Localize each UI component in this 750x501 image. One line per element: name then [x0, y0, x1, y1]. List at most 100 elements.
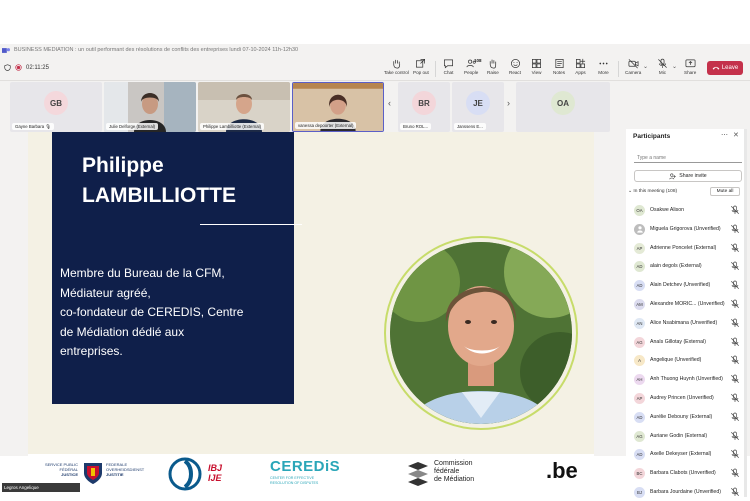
participant-row[interactable]: OA Osakwe Alison [632, 201, 742, 219]
speaker-photo [390, 242, 572, 424]
participant-row[interactable]: Miguela Grigorova (Unverified) [632, 220, 742, 238]
gallery-tile-active-speaker[interactable]: vanessa depoorter (External) [292, 82, 384, 132]
chevron-down-icon: ⌄ [628, 189, 633, 194]
share-invite-button[interactable]: Share invite [634, 170, 742, 182]
participant-name: Aurélie Debouny (External) [650, 413, 713, 420]
raise-hand-button[interactable]: Raise [487, 58, 499, 75]
partner-logos: SERVICE PUBLIC FÉDÉRAL JUSTICE FEDERALE O… [28, 454, 594, 494]
participant-name: Alice Nsabimana (Unverified) [650, 319, 718, 326]
camera-off-icon [628, 59, 639, 69]
avatar [634, 223, 645, 235]
mic-button[interactable]: Mic [657, 58, 668, 75]
gallery-tile[interactable]: JE Janssens E... [452, 82, 504, 132]
close-icon[interactable]: ✕ [733, 131, 739, 139]
people-count-badge: 108 [474, 58, 482, 63]
more-button[interactable]: More [598, 58, 609, 75]
panel-more-icon[interactable]: ⋯ [721, 131, 728, 139]
stage: BUSINESS MEDIATION : un outil performant… [0, 0, 750, 500]
participant-name: Angelique (Unverified) [650, 357, 702, 364]
participant-row[interactable]: AP Audrey Princen (Unverified) [632, 389, 742, 407]
mute-all-button[interactable]: Mute all [710, 187, 740, 196]
participant-name: Axelle Dekeyser (External) [650, 451, 712, 458]
gallery-tile[interactable]: Philippe Lambilliotte (External) [198, 82, 290, 132]
participant-name: Barbara Jourdaine (Unverified) [650, 489, 721, 495]
notes-icon [554, 59, 564, 68]
share-button[interactable]: Share [684, 58, 696, 75]
participant-row[interactable]: AG Anaïs Gillotay (External) [632, 333, 742, 351]
avatar: OA [551, 91, 575, 115]
tile-name: vanessa depoorter (External) [295, 122, 357, 129]
gallery-next-icon[interactable]: › [507, 98, 510, 108]
participant-row[interactable]: AG Auriane Godin (External) [632, 427, 742, 445]
gallery-tile[interactable]: Julie Delforge (External) [104, 82, 196, 132]
mic-off-icon [731, 431, 739, 440]
people-button[interactable]: People 108 [464, 58, 482, 75]
person-icon [636, 226, 643, 233]
react-icon [510, 59, 520, 68]
gallery-tile[interactable]: BR Bruno ROL... [398, 82, 450, 132]
teams-icon [2, 48, 10, 53]
speaker-card: Philippe LAMBILLIOTTE Membre du Bureau d… [52, 132, 302, 404]
view-button[interactable]: View [531, 58, 542, 75]
participant-row[interactable]: AP Adrienne Poncelet (External) [632, 239, 742, 257]
avatar: AN [634, 317, 645, 329]
gallery-tile[interactable]: GB Gayne Barbara 🎙 [10, 82, 102, 132]
participant-search-input[interactable]: Type a name [634, 152, 742, 163]
pop-out-button[interactable]: Pop out [413, 58, 429, 75]
participant-name: Auriane Godin (External) [650, 432, 708, 439]
participant-name: Alexandre MORIC... (Unverified) [650, 301, 725, 307]
mic-options-chevron-icon[interactable]: ⌄ [672, 63, 677, 70]
hand-icon [393, 59, 400, 69]
participant-row[interactable]: AD Aurélie Debouny (External) [632, 408, 742, 426]
self-view[interactable]: Legros Angelique [2, 483, 80, 492]
notes-button[interactable]: Notes [553, 58, 565, 75]
tile-name: Philippe Lambilliotte (External) [200, 123, 265, 130]
speaker-description: Membre du Bureau de la CFM, Médiateur ag… [60, 266, 244, 358]
participant-row[interactable]: AD alain degols (External) [632, 257, 742, 275]
apps-icon [576, 58, 586, 68]
mic-off-icon [731, 487, 739, 496]
gallery-tile[interactable]: OA [516, 82, 610, 132]
mic-off-icon [731, 450, 739, 459]
camera-button[interactable]: Camera [625, 58, 641, 75]
phone-hangup-icon [712, 66, 720, 70]
avatar: A [634, 355, 645, 367]
belgian-crest-icon [84, 463, 102, 484]
camera-options-chevron-icon[interactable]: ⌄ [643, 63, 648, 70]
mic-off-icon [658, 58, 667, 68]
leave-button[interactable]: Leave [707, 61, 743, 75]
participant-row[interactable]: AM Alexandre MORIC... (Unverified) [632, 295, 742, 313]
participant-row[interactable]: AD Alain Detchev (Unverified) [632, 276, 742, 294]
participant-row[interactable]: BC Barbara Clabots (Unverified) [632, 464, 742, 482]
be-logo: .be [546, 458, 578, 483]
tile-name: Bruno ROL... [400, 123, 432, 130]
take-control-button[interactable]: Take control [384, 58, 409, 75]
avatar: AD [634, 261, 645, 273]
participant-row[interactable]: AN Alice Nsabimana (Unverified) [632, 314, 742, 332]
mic-off-icon [731, 393, 739, 402]
mic-off-icon [731, 243, 739, 252]
gallery-prev-icon[interactable]: ‹ [388, 98, 391, 108]
person-add-icon [669, 173, 677, 179]
participant-row[interactable]: A Angelique (Unverified) [632, 351, 742, 369]
mic-off-icon [731, 224, 739, 233]
shared-screen: Philippe LAMBILLIOTTE Membre du Bureau d… [28, 132, 594, 494]
commission-emblem-icon [408, 462, 428, 486]
popout-icon [416, 59, 426, 68]
participant-row[interactable]: AD Axelle Dekeyser (External) [632, 445, 742, 463]
chat-button[interactable]: Chat [443, 58, 454, 75]
tile-name: Julie Delforge (External) [106, 123, 159, 130]
meeting-timer: 02:11:25 [4, 64, 49, 71]
apps-button[interactable]: Apps [575, 58, 586, 75]
scrollbar[interactable] [744, 129, 747, 497]
section-header[interactable]: ⌄ In this meeting (108) [628, 189, 677, 194]
react-button[interactable]: React [509, 58, 521, 75]
teams-window: BUSINESS MEDIATION : un outil performant… [0, 44, 750, 498]
ibj-logo: IBJ IJE [168, 457, 238, 491]
participant-row[interactable]: AH Anh Thuong Huynh (Unverified) [632, 370, 742, 388]
avatar: AH [634, 374, 645, 386]
more-icon [599, 62, 608, 65]
tile-name: Gayne Barbara 🎙 [12, 123, 54, 130]
participant-row[interactable]: BJ Barbara Jourdaine (Unverified) [632, 483, 742, 501]
avatar: BR [412, 91, 436, 115]
